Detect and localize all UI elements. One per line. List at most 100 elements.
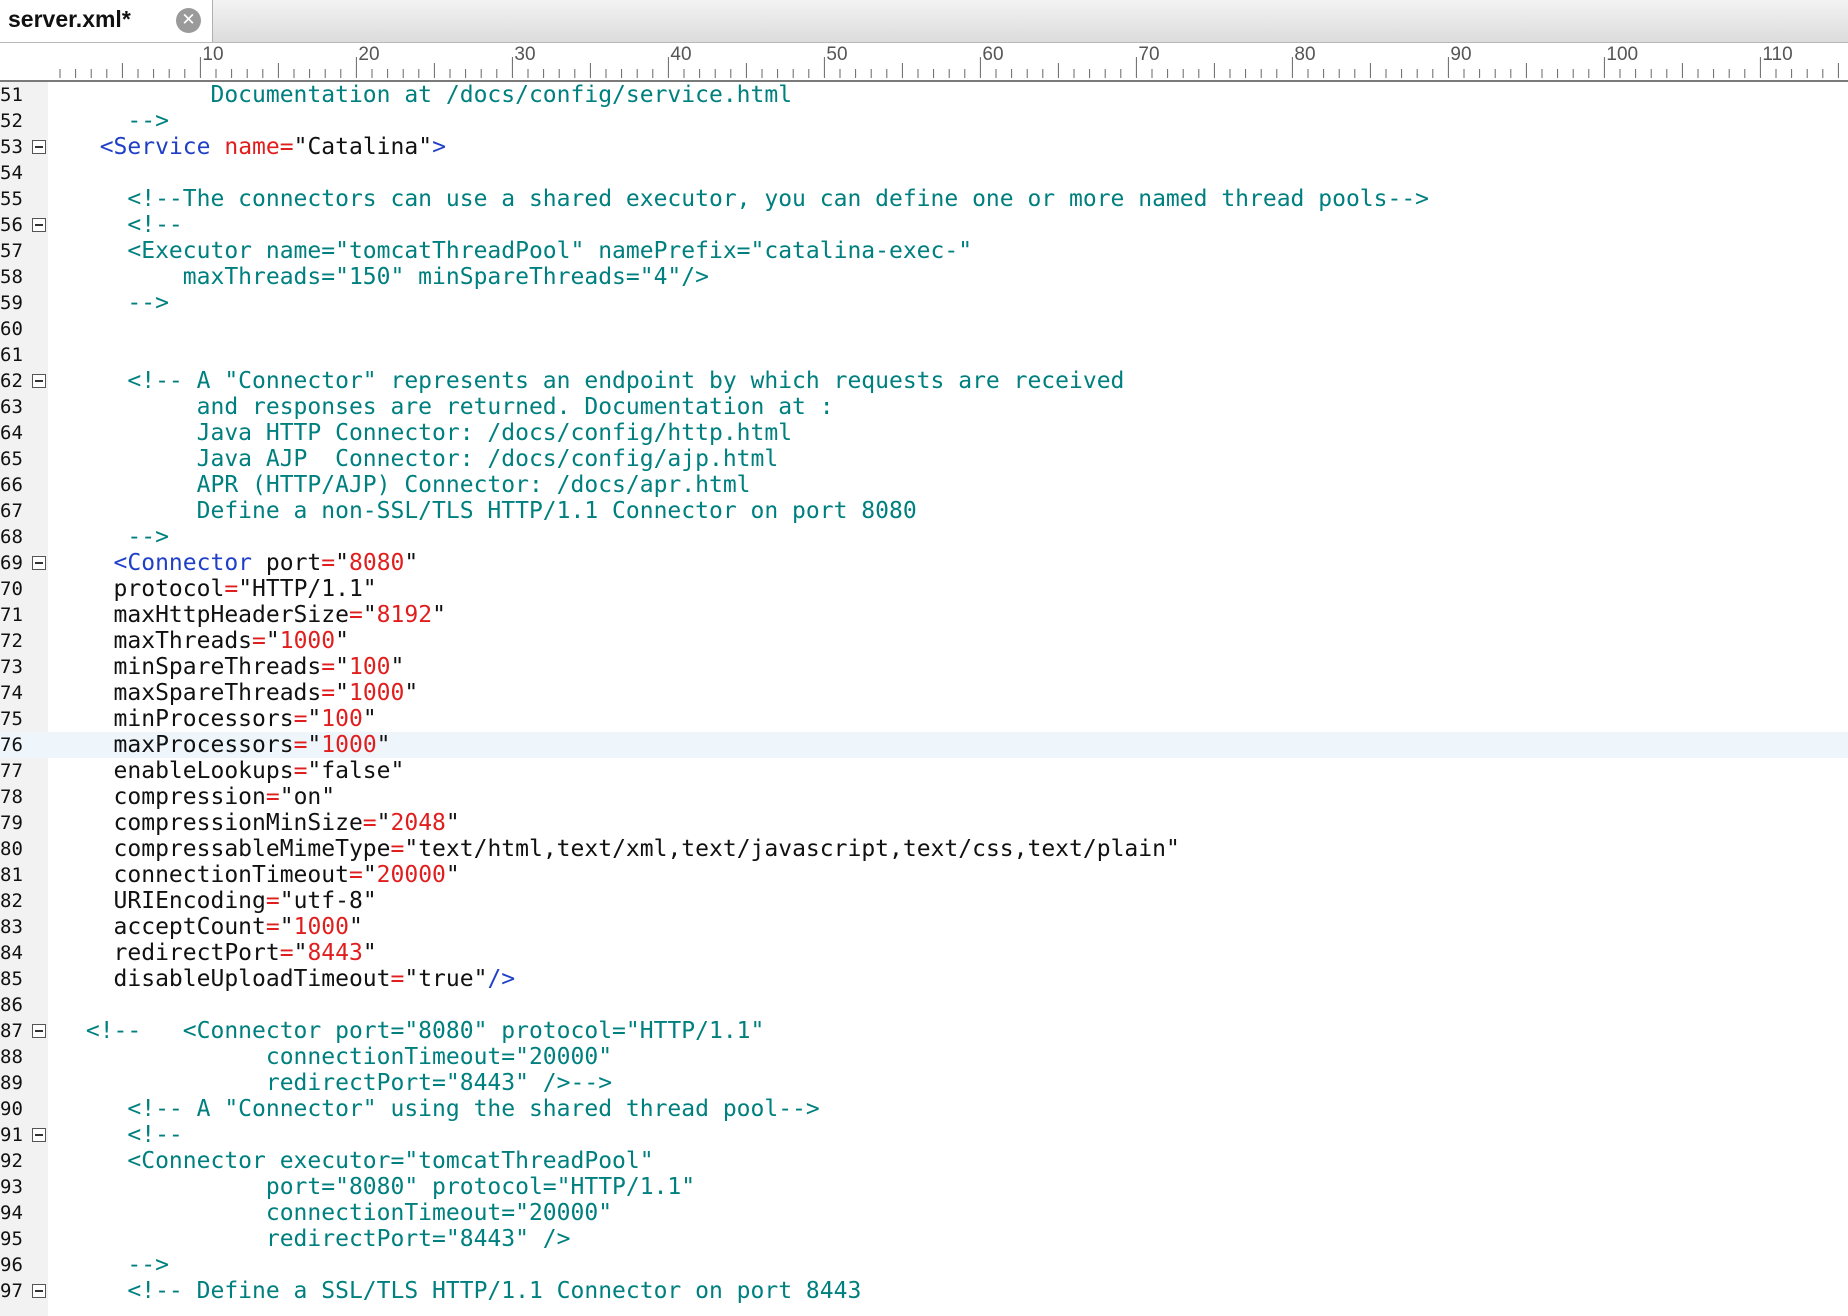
tab-server-xml[interactable]: server.xml* ✕ [0, 0, 213, 42]
code-line[interactable]: 61 [0, 342, 1848, 368]
code-token: 20000 [376, 862, 446, 888]
code-line[interactable]: 56 <!-- [0, 212, 1848, 238]
code-token: " [390, 654, 405, 680]
code-line[interactable]: 58 maxThreads="150" minSpareThreads="4"/… [0, 264, 1848, 290]
code-line[interactable]: 63 and responses are returned. Documenta… [0, 394, 1848, 420]
code-line[interactable]: 78 compression="on" [0, 784, 1848, 810]
tab-title: server.xml* [8, 6, 131, 32]
code-token: = [321, 550, 336, 576]
code-line[interactable]: 53 <Service name="Catalina"> [0, 134, 1848, 160]
line-number: 63 [0, 396, 23, 418]
code-line[interactable]: 86 [0, 992, 1848, 1018]
close-icon[interactable]: ✕ [176, 8, 201, 33]
code-line[interactable]: 73 minSpareThreads="100" [0, 654, 1848, 680]
code-text: maxThreads="1000" [72, 628, 349, 654]
code-token: 100 [321, 706, 363, 732]
code-line[interactable]: 79 compressionMinSize="2048" [0, 810, 1848, 836]
line-number: 83 [0, 916, 23, 938]
code-line[interactable]: 65 Java AJP Connector: /docs/config/ajp.… [0, 446, 1848, 472]
line-number: 67 [0, 500, 23, 522]
code-text: acceptCount="1000" [72, 914, 363, 940]
code-line[interactable]: 85 disableUploadTimeout="true"/> [0, 966, 1848, 992]
code-token: = [293, 706, 308, 732]
code-line[interactable]: 70 protocol="HTTP/1.1" [0, 576, 1848, 602]
fold-toggle-icon[interactable] [32, 1284, 46, 1298]
code-text: --> [72, 524, 169, 550]
fold-toggle-icon[interactable] [32, 1128, 46, 1142]
code-line[interactable]: 71 maxHttpHeaderSize="8192" [0, 602, 1848, 628]
line-number: 53 [0, 136, 23, 158]
ruler-label: 30 [514, 44, 535, 65]
code-line[interactable]: 82 URIEncoding="utf-8" [0, 888, 1848, 914]
code-line[interactable]: 93 port="8080" protocol="HTTP/1.1" [0, 1174, 1848, 1200]
code-line[interactable]: 62 <!-- A "Connector" represents an endp… [0, 368, 1848, 394]
code-line[interactable]: 92 <Connector executor="tomcatThreadPool… [0, 1148, 1848, 1174]
code-line[interactable]: 80 compressableMimeType="text/html,text/… [0, 836, 1848, 862]
code-line[interactable]: 81 connectionTimeout="20000" [0, 862, 1848, 888]
line-number: 80 [0, 838, 23, 860]
code-line[interactable]: 67 Define a non-SSL/TLS HTTP/1.1 Connect… [0, 498, 1848, 524]
code-line[interactable]: 66 APR (HTTP/AJP) Connector: /docs/apr.h… [0, 472, 1848, 498]
code-token: " [348, 914, 363, 940]
code-line[interactable]: 69 <Connector port="8080" [0, 550, 1848, 576]
code-line[interactable]: 95 redirectPort="8443" /> [0, 1226, 1848, 1252]
fold-toggle-icon[interactable] [32, 140, 46, 154]
code-text: <!-- A "Connector" represents an endpoin… [72, 368, 1124, 394]
code-line[interactable]: 96 --> [0, 1252, 1848, 1278]
code-token: maxThreads [72, 628, 253, 654]
ruler-label: 110 [1762, 44, 1792, 65]
code-line[interactable]: 97 <!-- Define a SSL/TLS HTTP/1.1 Connec… [0, 1278, 1848, 1304]
line-number: 54 [0, 162, 23, 184]
code-line[interactable]: 52 --> [0, 108, 1848, 134]
code-line[interactable]: 57 <Executor name="tomcatThreadPool" nam… [0, 238, 1848, 264]
code-line[interactable]: 76 maxProcessors="1000" [0, 732, 1848, 758]
code-line[interactable]: 88 connectionTimeout="20000" [0, 1044, 1848, 1070]
code-line[interactable]: 51 Documentation at /docs/config/service… [0, 82, 1848, 108]
line-number: 97 [0, 1280, 23, 1302]
fold-toggle-icon[interactable] [32, 374, 46, 388]
line-number: 72 [0, 630, 23, 652]
code-line[interactable]: 84 redirectPort="8443" [0, 940, 1848, 966]
code-line[interactable]: 59 --> [0, 290, 1848, 316]
code-token: --> [72, 290, 169, 316]
line-number: 56 [0, 214, 23, 236]
line-number: 57 [0, 240, 23, 262]
code-line[interactable]: 83 acceptCount="1000" [0, 914, 1848, 940]
code-line[interactable]: 54 [0, 160, 1848, 186]
code-line[interactable]: 94 connectionTimeout="20000" [0, 1200, 1848, 1226]
code-token: 8192 [376, 602, 433, 628]
code-line[interactable]: 75 minProcessors="100" [0, 706, 1848, 732]
code-text: protocol="HTTP/1.1" [72, 576, 377, 602]
code-token: = [265, 888, 280, 914]
code-line[interactable]: 74 maxSpareThreads="1000" [0, 680, 1848, 706]
fold-toggle-icon[interactable] [32, 556, 46, 570]
line-number: 65 [0, 448, 23, 470]
line-number: 71 [0, 604, 23, 626]
code-line[interactable]: 72 maxThreads="1000" [0, 628, 1848, 654]
code-text: --> [72, 108, 169, 134]
code-token: " [404, 680, 419, 706]
code-text: --> [72, 1252, 169, 1278]
code-token: redirectPort [72, 940, 280, 966]
line-number: 75 [0, 708, 23, 730]
code-text: Java AJP Connector: /docs/config/ajp.htm… [72, 446, 779, 472]
code-token: = [348, 862, 363, 888]
code-text: port="8080" protocol="HTTP/1.1" [72, 1174, 695, 1200]
code-token: Define a non-SSL/TLS HTTP/1.1 Connector … [72, 498, 917, 524]
code-line[interactable]: 91 <!-- [0, 1122, 1848, 1148]
code-line[interactable]: 90 <!-- A "Connector" using the shared t… [0, 1096, 1848, 1122]
code-line[interactable]: 89 redirectPort="8443" />--> [0, 1070, 1848, 1096]
line-number: 91 [0, 1124, 23, 1146]
line-number: 79 [0, 812, 23, 834]
code-line[interactable]: 77 enableLookups="false" [0, 758, 1848, 784]
code-line[interactable]: 68 --> [0, 524, 1848, 550]
code-line[interactable]: 64 Java HTTP Connector: /docs/config/htt… [0, 420, 1848, 446]
code-line[interactable]: 60 [0, 316, 1848, 342]
code-line[interactable]: 87 <!-- <Connector port="8080" protocol=… [0, 1018, 1848, 1044]
fold-toggle-icon[interactable] [32, 218, 46, 232]
code-editor[interactable]: 51 Documentation at /docs/config/service… [0, 82, 1848, 1316]
fold-toggle-icon[interactable] [32, 1024, 46, 1038]
code-token: Java AJP Connector: /docs/config/ajp.htm… [72, 446, 779, 472]
code-line[interactable]: 55 <!--The connectors can use a shared e… [0, 186, 1848, 212]
code-token: <Connector [113, 550, 253, 576]
